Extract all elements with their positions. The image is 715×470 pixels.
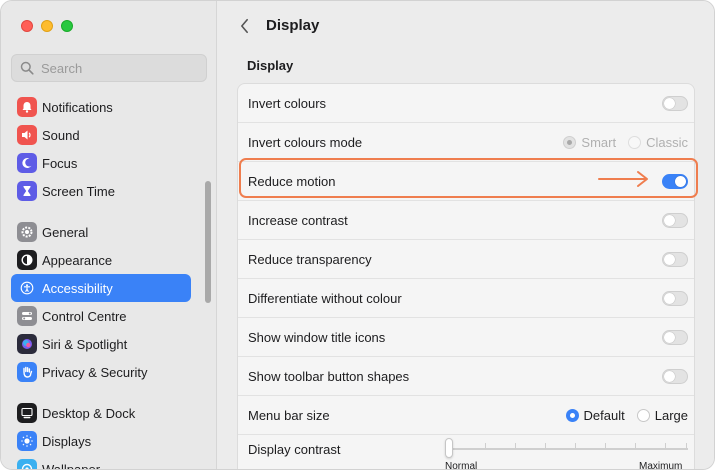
reduce-transparency-toggle[interactable] xyxy=(662,251,688,267)
radio-classic[interactable]: Classic xyxy=(628,135,688,150)
page-title: Display xyxy=(266,17,320,34)
row-label: Differentiate without colour xyxy=(248,290,402,306)
moon-icon xyxy=(17,153,37,173)
sidebar-item-appearance[interactable]: Appearance xyxy=(11,246,191,274)
row-label: Show toolbar button shapes xyxy=(248,368,410,384)
settings-window: Notifications Sound Focus Screen Time xyxy=(0,0,715,470)
sun-icon xyxy=(17,431,37,451)
row-reduce-transparency: Reduce transparency xyxy=(238,240,694,279)
sidebar-item-label: Sound xyxy=(42,127,80,143)
menu-bar-size-radio-group: Default Large xyxy=(565,408,688,423)
slider-tick xyxy=(515,443,516,450)
differentiate-without-colour-toggle[interactable] xyxy=(662,290,688,306)
sidebar-item-label: Appearance xyxy=(42,252,113,268)
speaker-icon xyxy=(17,125,37,145)
sidebar-item-privacy-security[interactable]: Privacy & Security xyxy=(11,358,191,386)
show-toolbar-button-shapes-toggle[interactable] xyxy=(662,368,688,384)
main-content: Display Display Invert colours Invert co… xyxy=(218,1,714,470)
sidebar-item-label: Desktop & Dock xyxy=(42,405,136,421)
search-field[interactable] xyxy=(11,54,207,82)
sidebar-item-label: Control Centre xyxy=(42,308,127,324)
control-centre-icon xyxy=(17,306,37,326)
bell-icon xyxy=(17,97,37,117)
sidebar: Notifications Sound Focus Screen Time xyxy=(1,1,217,470)
sidebar-item-siri-spotlight[interactable]: Siri & Spotlight xyxy=(11,330,191,358)
close-window-button[interactable] xyxy=(21,20,33,32)
slider-tick xyxy=(665,443,666,450)
siri-icon xyxy=(17,334,37,354)
radio-default[interactable]: Default xyxy=(565,408,625,423)
sidebar-item-label: Displays xyxy=(42,433,92,449)
display-contrast-slider-track[interactable] xyxy=(448,448,688,450)
slider-max-label: Maximum xyxy=(639,461,683,470)
chevron-left-icon xyxy=(240,18,248,34)
settings-panel: Invert colours Invert colours mode Smart… xyxy=(237,83,695,469)
sidebar-item-control-centre[interactable]: Control Centre xyxy=(11,302,191,330)
slider-tick xyxy=(635,443,636,450)
sidebar-scrollbar[interactable] xyxy=(205,181,211,303)
sidebar-item-desktop-dock[interactable]: Desktop & Dock xyxy=(11,399,191,427)
search-input[interactable] xyxy=(41,60,191,76)
sidebar-item-label: Siri & Spotlight xyxy=(42,336,128,352)
hand-icon xyxy=(17,362,37,382)
hourglass-icon xyxy=(17,181,37,201)
row-menu-bar-size: Menu bar size Default Large xyxy=(238,396,694,435)
show-window-title-icons-toggle[interactable] xyxy=(662,329,688,345)
wallpaper-icon xyxy=(17,459,37,469)
sidebar-item-wallpaper[interactable]: Wallpaper xyxy=(11,455,191,470)
maximize-window-button[interactable] xyxy=(61,20,73,32)
sidebar-item-label: General xyxy=(42,224,89,240)
minimize-window-button[interactable] xyxy=(41,20,53,32)
appearance-icon xyxy=(17,250,37,270)
increase-contrast-toggle[interactable] xyxy=(662,212,688,228)
sidebar-item-general[interactable]: General xyxy=(11,218,191,246)
row-label: Reduce transparency xyxy=(248,251,372,267)
sidebar-item-label: Notifications xyxy=(42,99,113,115)
sidebar-item-displays[interactable]: Displays xyxy=(11,427,191,455)
sidebar-item-focus[interactable]: Focus xyxy=(11,149,191,177)
dock-icon xyxy=(17,403,37,423)
sidebar-item-screen-time[interactable]: Screen Time xyxy=(11,177,191,205)
gear-icon xyxy=(17,222,37,242)
row-label: Show window title icons xyxy=(248,329,386,345)
back-button[interactable] xyxy=(234,15,254,37)
sidebar-item-notifications[interactable]: Notifications xyxy=(11,93,191,121)
slider-tick xyxy=(686,443,687,450)
row-differentiate-without-colour: Differentiate without colour xyxy=(238,279,694,318)
sidebar-item-accessibility[interactable]: Accessibility xyxy=(11,274,191,302)
sidebar-item-label: Accessibility xyxy=(42,280,113,296)
row-invert-colours: Invert colours xyxy=(238,84,694,123)
slider-min-label: Normal xyxy=(445,461,478,470)
slider-tick xyxy=(605,443,606,450)
sidebar-item-label: Screen Time xyxy=(42,183,115,199)
window-controls xyxy=(21,20,73,32)
accessibility-icon xyxy=(17,278,37,298)
invert-mode-radio-group: Smart Classic xyxy=(563,135,688,150)
row-show-toolbar-button-shapes: Show toolbar button shapes xyxy=(238,357,694,396)
row-label: Invert colours xyxy=(248,95,327,111)
invert-colours-toggle[interactable] xyxy=(662,95,688,111)
row-label: Increase contrast xyxy=(248,212,348,228)
sidebar-item-label: Focus xyxy=(42,155,78,171)
radio-smart[interactable]: Smart xyxy=(563,135,616,150)
sidebar-item-label: Privacy & Security xyxy=(42,364,148,380)
slider-tick xyxy=(545,443,546,450)
row-increase-contrast: Increase contrast xyxy=(238,201,694,240)
display-contrast-slider-thumb[interactable] xyxy=(445,438,453,458)
radio-large[interactable]: Large xyxy=(636,408,688,423)
slider-tick xyxy=(575,443,576,450)
sidebar-item-label: Wallpaper xyxy=(42,461,101,470)
arrow-right-icon xyxy=(598,171,648,187)
section-title: Display xyxy=(247,58,294,73)
row-invert-colours-mode: Invert colours mode Smart Classic xyxy=(238,123,694,162)
search-icon xyxy=(20,61,34,75)
row-show-window-title-icons: Show window title icons xyxy=(238,318,694,357)
sidebar-item-sound[interactable]: Sound xyxy=(11,121,191,149)
slider-tick xyxy=(485,443,486,450)
